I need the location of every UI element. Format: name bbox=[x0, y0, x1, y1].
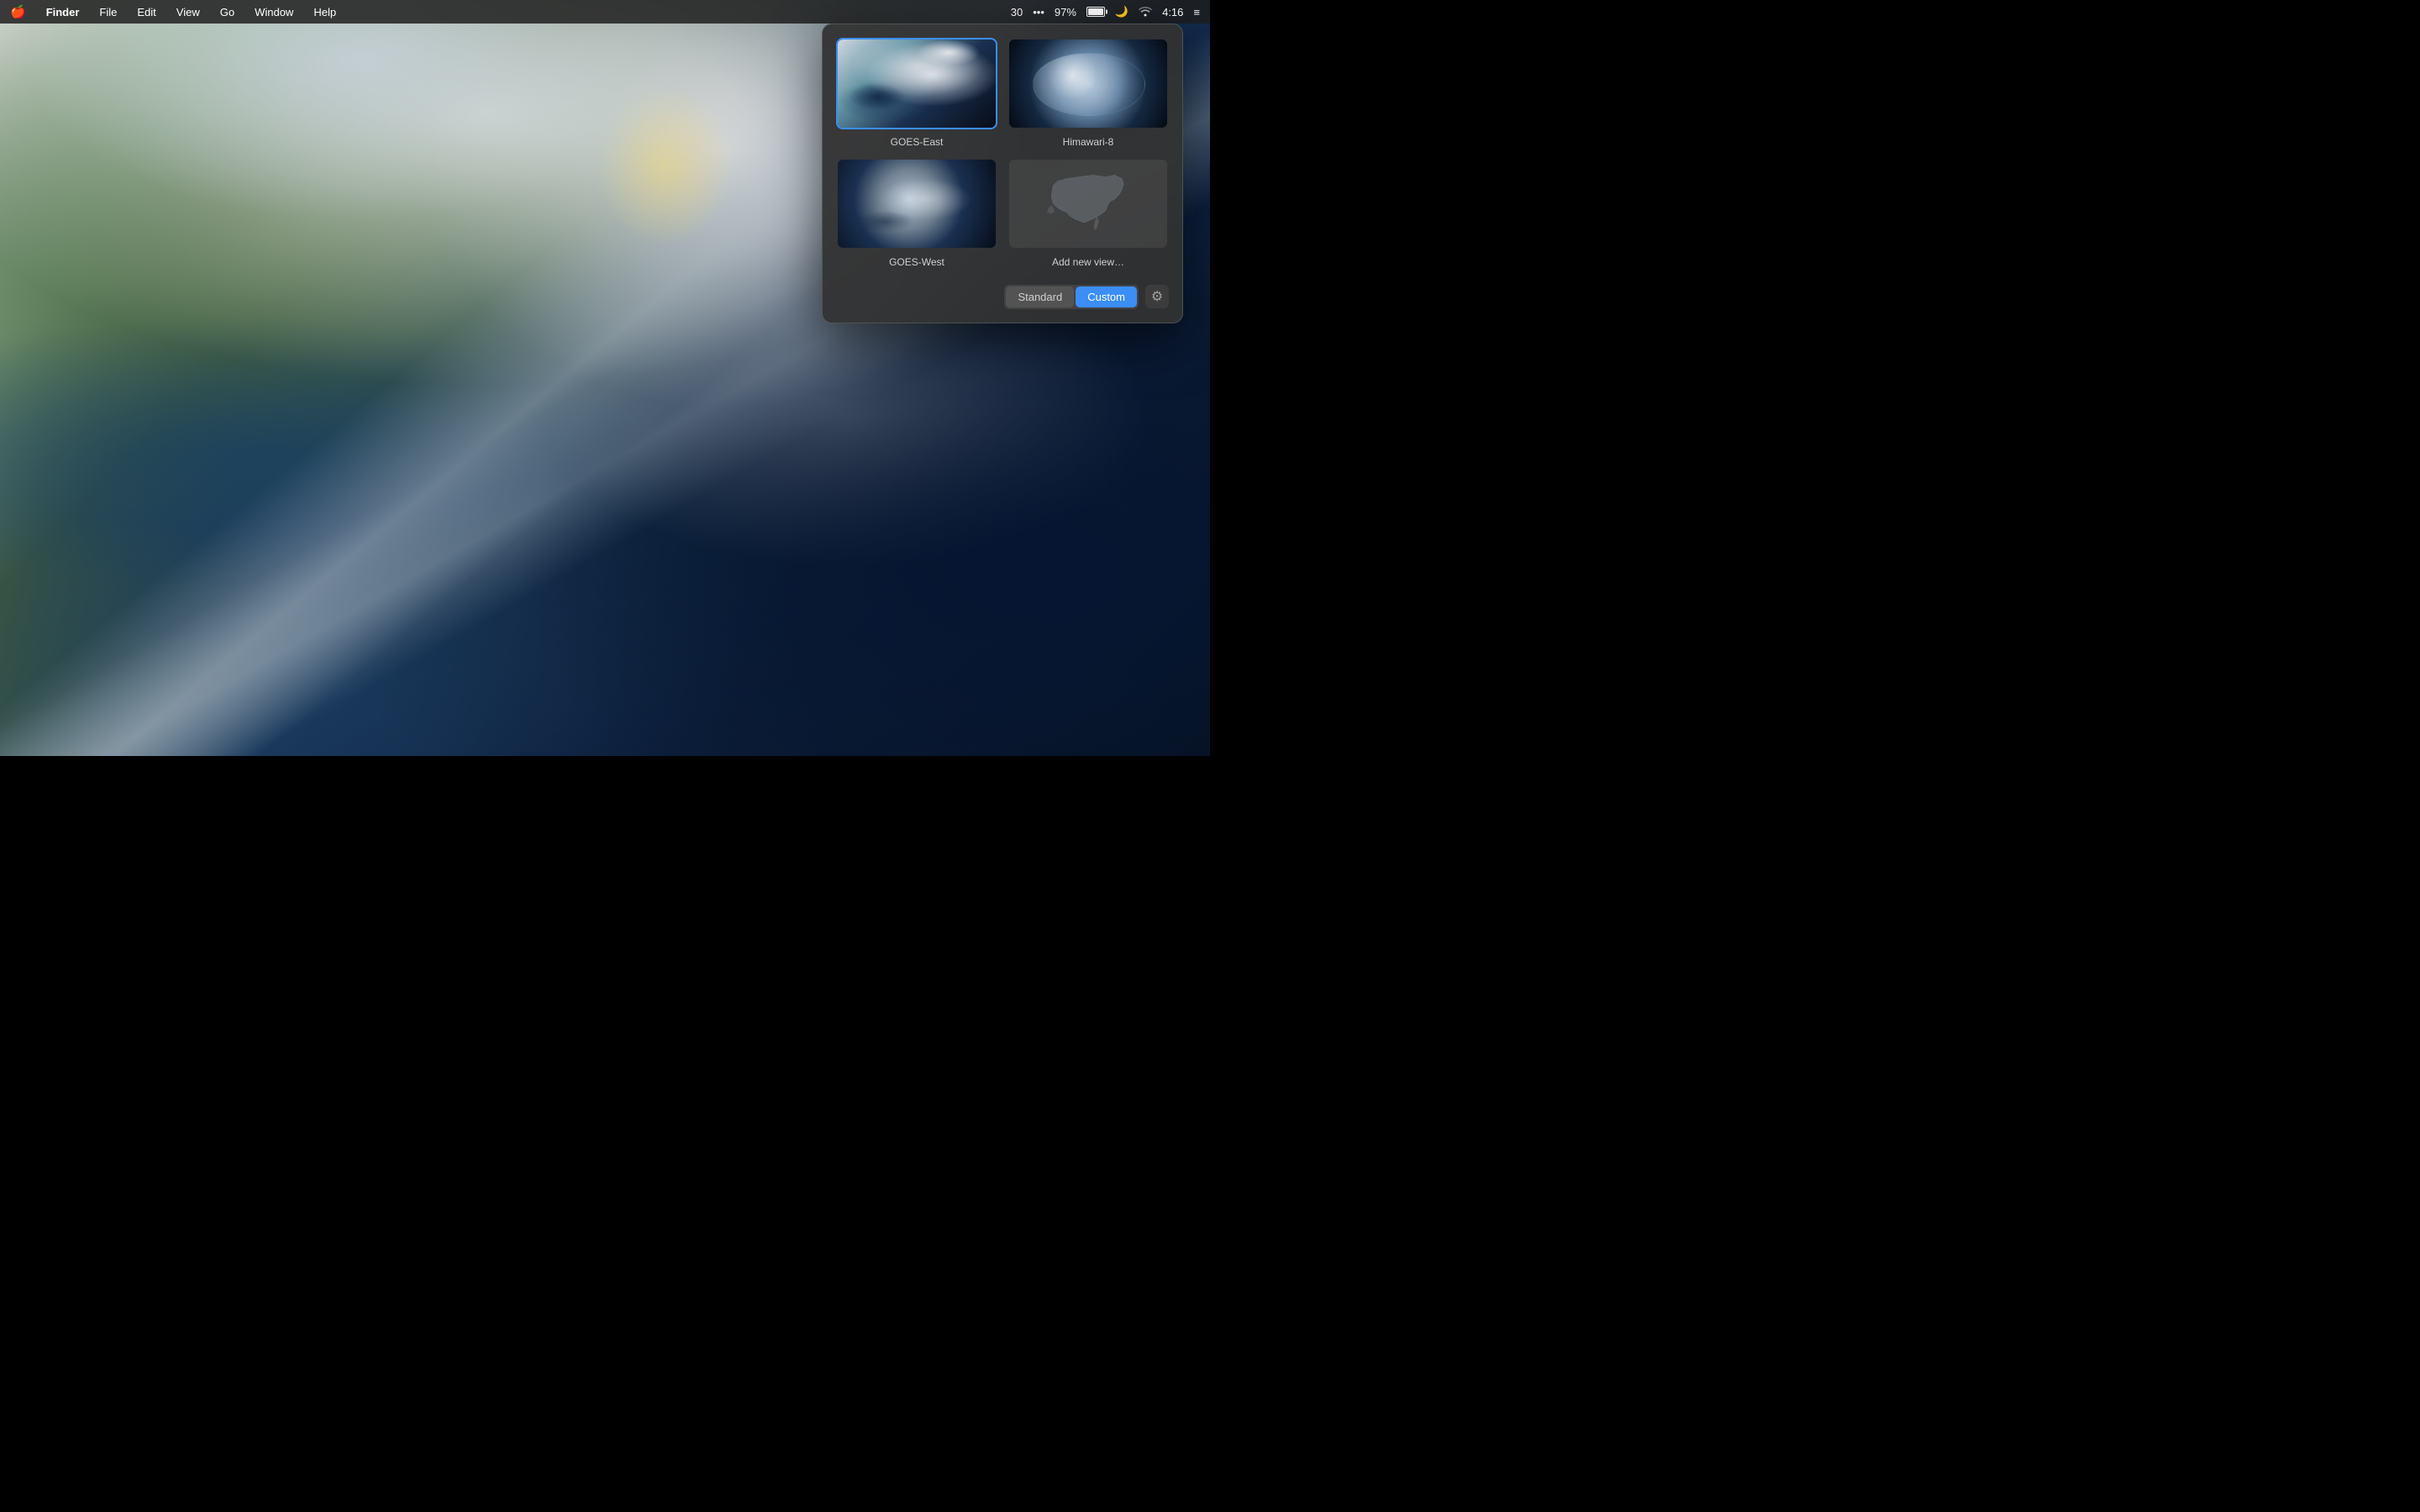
satellite-item-add-new[interactable]: Add new view… bbox=[1007, 158, 1169, 268]
satellite-picker-panel: GOES-East Himawari-8 GOES-West bbox=[822, 24, 1183, 323]
goes-west-thumbnail[interactable] bbox=[836, 158, 997, 249]
satellite-grid: GOES-East Himawari-8 GOES-West bbox=[836, 38, 1169, 268]
menubar-wifi-icon[interactable] bbox=[1139, 5, 1152, 19]
menubar-calendar[interactable]: 30 bbox=[1011, 6, 1023, 18]
menubar-view[interactable]: View bbox=[173, 4, 203, 20]
settings-button[interactable]: ⚙ bbox=[1145, 285, 1169, 308]
apple-menu[interactable]: 🍎 bbox=[10, 4, 26, 19]
satellite-item-himawari[interactable]: Himawari-8 bbox=[1007, 38, 1169, 148]
himawari-thumbnail[interactable] bbox=[1007, 38, 1169, 129]
menubar-time: 4:16 bbox=[1162, 6, 1183, 18]
gear-icon: ⚙ bbox=[1151, 288, 1163, 305]
menubar-moon-icon[interactable]: 🌙 bbox=[1115, 5, 1128, 18]
goes-west-image bbox=[838, 160, 996, 248]
menubar-file[interactable]: File bbox=[96, 4, 120, 20]
menubar: 🍎 Finder File Edit View Go Window Help 3… bbox=[0, 0, 1210, 24]
add-new-label: Add new view… bbox=[1052, 256, 1124, 268]
panel-footer: Standard Custom ⚙ bbox=[836, 281, 1169, 309]
view-toggle-group: Standard Custom bbox=[1004, 285, 1139, 309]
battery-icon bbox=[1086, 7, 1105, 17]
goes-east-label: GOES-East bbox=[891, 136, 944, 148]
standard-button[interactable]: Standard bbox=[1006, 286, 1074, 307]
custom-button[interactable]: Custom bbox=[1076, 286, 1137, 307]
menubar-finder[interactable]: Finder bbox=[43, 4, 83, 20]
add-new-thumbnail[interactable] bbox=[1007, 158, 1169, 249]
menubar-list-icon[interactable]: ≡ bbox=[1193, 6, 1200, 18]
menubar-battery-pct: 97% bbox=[1055, 6, 1076, 18]
himawari-image bbox=[1009, 39, 1167, 128]
menubar-edit[interactable]: Edit bbox=[134, 4, 159, 20]
add-new-image bbox=[1009, 160, 1167, 248]
satellite-item-goes-east[interactable]: GOES-East bbox=[836, 38, 997, 148]
goes-west-label: GOES-West bbox=[889, 256, 944, 268]
goes-east-thumbnail[interactable] bbox=[836, 38, 997, 129]
menubar-help[interactable]: Help bbox=[310, 4, 339, 20]
goes-east-image bbox=[838, 39, 996, 128]
menubar-go[interactable]: Go bbox=[217, 4, 238, 20]
satellite-item-goes-west[interactable]: GOES-West bbox=[836, 158, 997, 268]
himawari-label: Himawari-8 bbox=[1063, 136, 1114, 148]
menubar-dots[interactable]: ••• bbox=[1033, 6, 1044, 18]
menubar-window[interactable]: Window bbox=[251, 4, 297, 20]
